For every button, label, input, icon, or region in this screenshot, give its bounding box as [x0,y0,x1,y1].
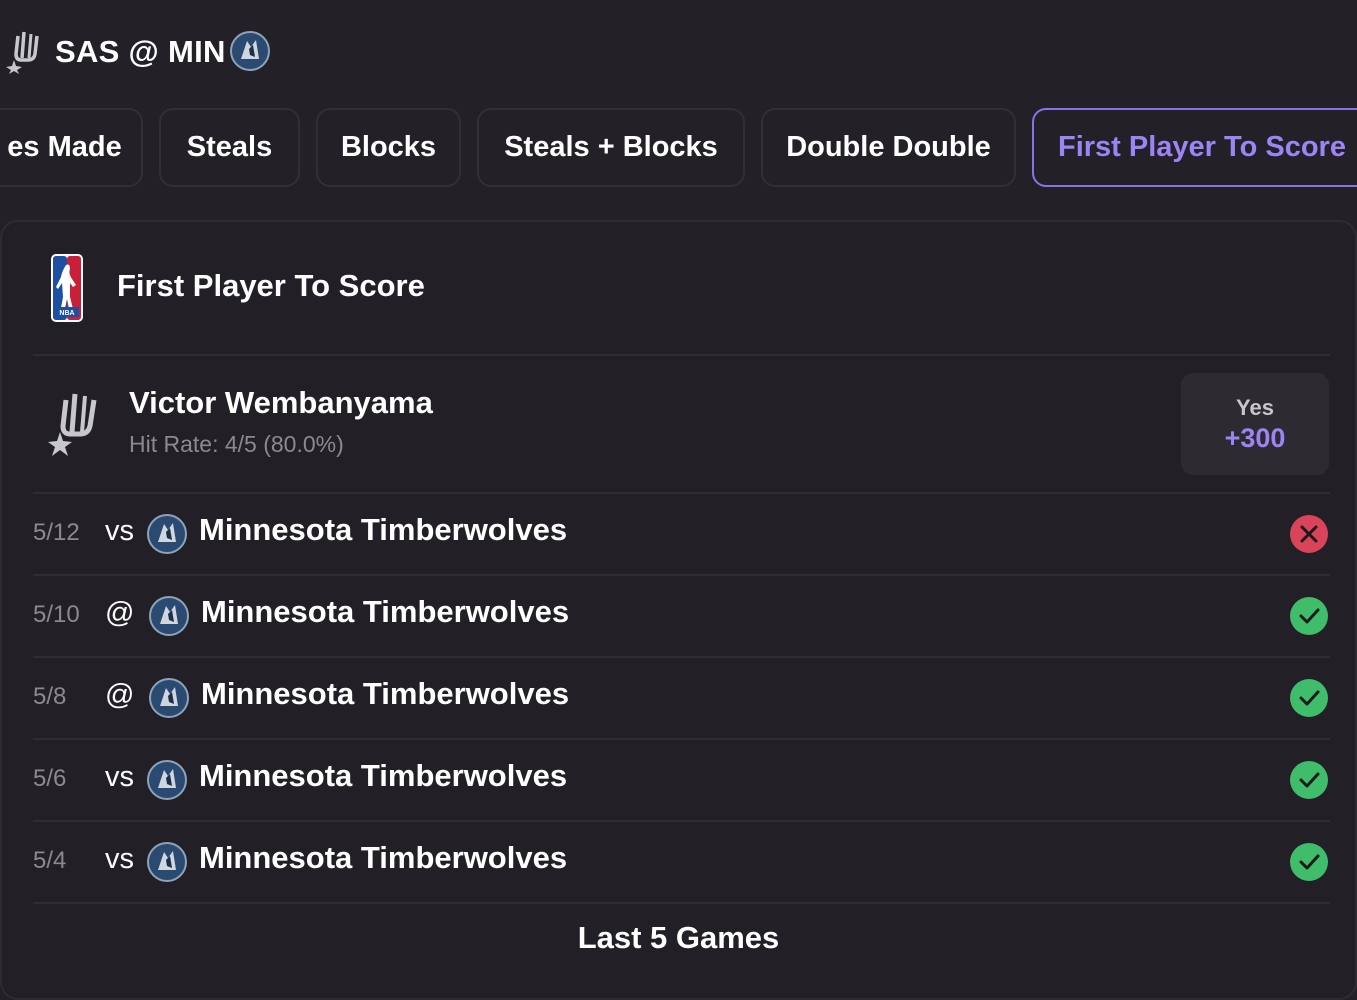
spurs-logo-icon [48,393,97,456]
tab-steals[interactable]: Steals [159,108,300,187]
divider [33,902,1330,904]
game-date: 5/8 [33,683,67,710]
timberwolves-logo-icon [147,514,187,554]
nba-logo-icon: NBA [51,254,83,322]
last-games-label: Last 5 Games [577,920,780,955]
game-date: 5/4 [33,847,67,874]
check-icon [1290,597,1328,635]
hit-rate: Hit Rate: 4/5 (80.0%) [129,431,344,457]
market-title: First Player To Score [117,268,425,303]
game-location: vs [105,761,134,793]
game-row: 5/6 vs Minnesota Timberwolves [33,739,1330,821]
game-row: 5/4 vs Minnesota Timberwolves [33,821,1330,903]
opponent-name: Minnesota Timberwolves [199,840,568,875]
odds-button[interactable]: Yes +300 [1181,373,1329,475]
game-row: 5/12 vs Minnesota Timberwolves [33,493,1330,575]
tab-double-double[interactable]: Double Double [761,108,1016,187]
game-row: 5/8 @ Minnesota Timberwolves [33,657,1330,739]
timberwolves-logo-icon [147,760,187,800]
tab-first-player-to-score[interactable]: First Player To Score [1032,108,1357,187]
game-date: 5/6 [33,765,67,792]
game-date: 5/12 [33,519,80,546]
timberwolves-logo-icon [230,31,270,71]
svg-text:NBA: NBA [59,310,74,317]
market-tabs: es Made Steals Blocks Steals + Blocks Do… [0,108,1357,188]
timberwolves-logo-icon [149,596,189,636]
opponent-name: Minnesota Timberwolves [201,594,570,629]
matchup-title: SAS @ MIN [55,34,226,69]
game-row: 5/10 @ Minnesota Timberwolves [33,575,1330,657]
timberwolves-logo-icon [147,842,187,882]
divider [33,354,1330,356]
tab-blocks[interactable]: Blocks [316,108,461,187]
game-location: vs [105,515,134,547]
tab-steals-blocks[interactable]: Steals + Blocks [477,108,745,187]
game-date: 5/10 [33,601,80,628]
miss-icon [1290,515,1328,553]
opponent-name: Minnesota Timberwolves [199,758,568,793]
timberwolves-logo-icon [149,678,189,718]
tab-threes-made[interactable]: es Made [0,108,143,187]
game-location: vs [105,843,134,875]
opponent-name: Minnesota Timberwolves [199,512,568,547]
check-icon [1290,679,1328,717]
spurs-logo-icon [6,31,39,74]
player-name: Victor Wembanyama [129,385,433,420]
check-icon [1290,843,1328,881]
odds-price: +300 [1224,423,1286,453]
opponent-name: Minnesota Timberwolves [201,676,570,711]
game-location: @ [105,597,135,629]
game-location: @ [105,679,135,711]
odds-label: Yes [1236,395,1274,420]
check-icon [1290,761,1328,799]
